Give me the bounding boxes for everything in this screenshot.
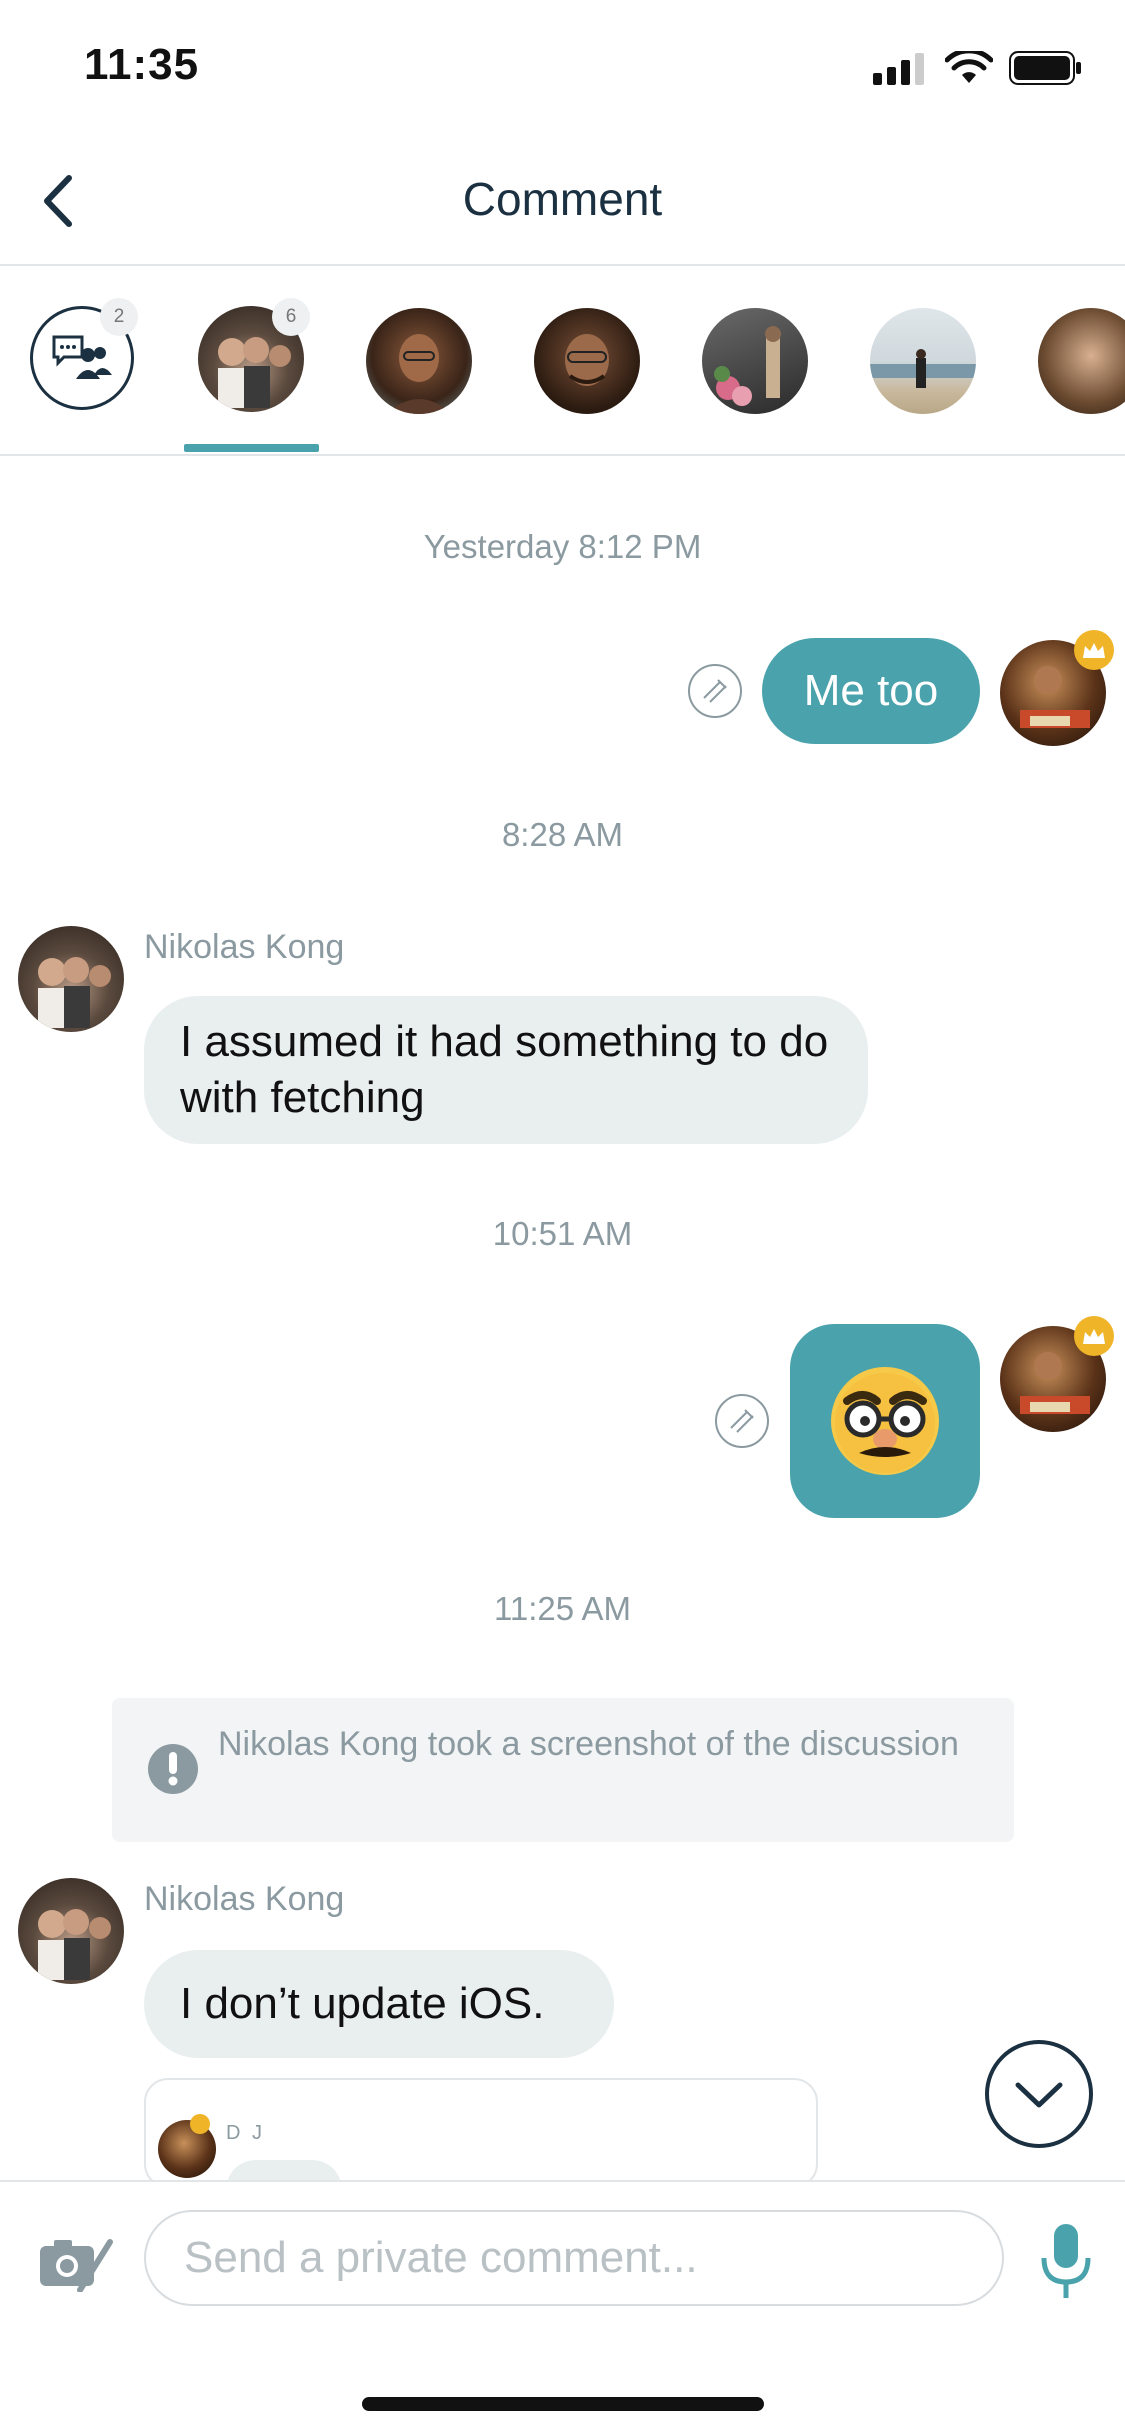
- quoted-message-preview[interactable]: D J: [144, 2078, 818, 2188]
- quoted-sender: D J: [226, 2122, 265, 2144]
- status-icons: [873, 50, 1083, 86]
- active-tab-indicator: [184, 444, 319, 452]
- crown-icon: [1083, 1329, 1105, 1344]
- scroll-to-bottom-button[interactable]: [985, 2040, 1093, 2148]
- sender-avatar[interactable]: [18, 926, 124, 1032]
- message-bubble-incoming[interactable]: I don’t update iOS.: [144, 1950, 614, 2058]
- group-count-badge: 2: [100, 298, 138, 336]
- screenshot-notice: Nikolas Kong took a screenshot of the di…: [112, 1698, 1014, 1842]
- participant-avatar-3[interactable]: [534, 308, 640, 414]
- crown-icon: [1083, 643, 1105, 658]
- comment-placeholder: Send a private comment...: [184, 2233, 698, 2282]
- participant-avatar-4[interactable]: [702, 308, 808, 414]
- message-bubble-outgoing[interactable]: Me too: [762, 638, 980, 744]
- avatar-photo: [565, 334, 609, 386]
- battery-icon: [1009, 51, 1081, 85]
- signal-icon: [873, 53, 924, 85]
- camera-icon: [40, 2239, 113, 2293]
- crown-badge: [1074, 1316, 1114, 1356]
- status-time: 11:35: [84, 40, 200, 89]
- message-bubble-incoming[interactable]: I assumed it had something to do with fe…: [144, 996, 868, 1144]
- home-indicator: [362, 2397, 764, 2411]
- header-divider: [0, 264, 1125, 266]
- avatar-photo: [386, 334, 452, 414]
- message-count-badge: 6: [272, 298, 310, 336]
- message-text: I assumed it had something to do with fe…: [180, 1017, 829, 1122]
- participant-avatar-6[interactable]: [1038, 308, 1125, 414]
- microphone-icon: [1041, 2224, 1091, 2298]
- avatar-photo: [38, 957, 111, 1028]
- participant-avatar-5[interactable]: [870, 308, 976, 414]
- message-text: Me too: [803, 666, 939, 715]
- notice-text: Nikolas Kong took a screenshot of the di…: [218, 1725, 959, 1763]
- disguise-face-emoji-icon: [831, 1367, 939, 1475]
- avatar-photo: [38, 1909, 111, 1980]
- avatar-photo: [870, 349, 976, 388]
- camera-button[interactable]: [36, 2232, 116, 2293]
- message-text: I don’t update iOS.: [180, 1979, 545, 2028]
- participant-active[interactable]: 6: [198, 298, 310, 414]
- sender-name: Nikolas Kong: [144, 928, 345, 966]
- crown-badge: [190, 2114, 210, 2134]
- avatar-photo: [714, 326, 781, 406]
- seen-glyph-icon: [730, 1409, 754, 1433]
- participant-group[interactable]: 2: [30, 298, 138, 414]
- emoji-message[interactable]: [790, 1324, 980, 1518]
- alert-icon: [148, 1744, 198, 1794]
- seen-icon: [715, 1394, 769, 1448]
- strip-divider: [0, 454, 1125, 456]
- page-title: Comment: [462, 173, 663, 225]
- seen-icon: [688, 664, 742, 718]
- chevron-down-icon: [1015, 2082, 1063, 2108]
- sender-name: Nikolas Kong: [144, 1880, 345, 1918]
- crown-badge: [1074, 630, 1114, 670]
- timestamp: Yesterday 8:12 PM: [423, 528, 702, 565]
- seen-glyph-icon: [703, 679, 727, 703]
- timestamp: 10:51 AM: [492, 1215, 633, 1252]
- exclamation-icon: [168, 1752, 178, 1786]
- wifi-icon: [945, 51, 993, 83]
- timestamp: 8:28 AM: [501, 816, 624, 853]
- timestamp: 11:25 AM: [494, 1590, 631, 1627]
- participant-avatar-2[interactable]: [366, 308, 472, 414]
- sender-avatar[interactable]: [18, 1878, 124, 1984]
- group-chat-icon: [52, 335, 112, 379]
- microphone-button[interactable]: [1036, 2222, 1096, 2302]
- comment-input[interactable]: Send a private comment...: [144, 2210, 1004, 2306]
